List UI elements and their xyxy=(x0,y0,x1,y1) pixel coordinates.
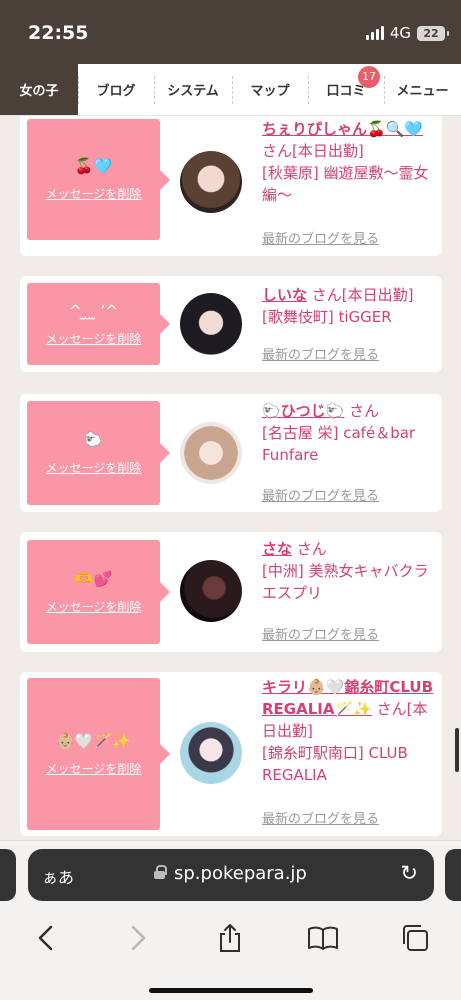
latest-blog-link[interactable]: 最新のブログを見る xyxy=(262,344,379,363)
girl-name-link[interactable]: 🐑ひつじ🐑 xyxy=(262,402,344,420)
delete-message-link[interactable]: メッセージを削除 xyxy=(46,330,142,347)
list-item: 🍒🩵 メッセージを削除 ちぇりぴしゃん🍒🔍🩵 さん[本日出勤] [秋葉原] 幽遊… xyxy=(20,116,442,256)
latest-blog-link[interactable]: 最新のブログを見る xyxy=(262,624,379,643)
tab-reviews[interactable]: 口コミ 17 xyxy=(308,64,384,115)
lock-icon xyxy=(154,865,167,879)
girl-name-link[interactable]: しいな xyxy=(262,286,307,304)
message-box: 👶🏼🤍🪄✨ メッセージを削除 xyxy=(27,678,170,830)
message-emoji: ^ ̫ ̮ ̫ ʼ^ xyxy=(69,301,118,320)
message-box: 🫶💕 メッセージを削除 xyxy=(27,540,170,644)
girl-name-link[interactable]: さな xyxy=(262,540,292,558)
girl-info: しいな さん[本日出勤] [歌舞伎町] tiGGER xyxy=(262,284,434,328)
page-scrollbar[interactable] xyxy=(455,728,459,772)
shop-name[interactable]: [錦糸町駅南口] CLUB REGALIA xyxy=(262,742,434,786)
status-bar: 22:55 4G 22 xyxy=(0,0,461,64)
tab-label: メニュー xyxy=(396,84,449,99)
previous-tab-peek[interactable] xyxy=(0,849,16,901)
reload-icon[interactable]: ↻ xyxy=(400,861,418,885)
tab-label: 女の子 xyxy=(19,84,59,99)
latest-blog-link[interactable]: 最新のブログを見る xyxy=(262,485,379,504)
home-indicator xyxy=(149,988,313,993)
girl-info: ちぇりぴしゃん🍒🔍🩵 さん[本日出勤] [秋葉原] 幽遊屋敷～霊女編～ xyxy=(262,118,434,206)
avatar[interactable] xyxy=(180,560,242,622)
delete-message-link[interactable]: メッセージを削除 xyxy=(46,760,142,777)
favorites-list: 🍒🩵 メッセージを削除 ちぇりぴしゃん🍒🔍🩵 さん[本日出勤] [秋葉原] 幽遊… xyxy=(0,116,461,840)
delete-message-link[interactable]: メッセージを削除 xyxy=(46,185,142,202)
message-box: 🐑 メッセージを削除 xyxy=(27,401,170,505)
bookmarks-icon[interactable] xyxy=(303,918,343,958)
tab-label: マップ xyxy=(250,84,290,99)
shop-name[interactable]: [歌舞伎町] tiGGER xyxy=(262,306,434,328)
tab-menu[interactable]: メニュー xyxy=(384,64,461,115)
avatar[interactable] xyxy=(180,151,242,213)
share-icon[interactable] xyxy=(210,918,250,958)
shop-name[interactable]: [中洲] 美熟女キャバクラ エスプリ xyxy=(262,560,434,604)
status-right: 4G 22 xyxy=(365,24,449,42)
back-icon[interactable] xyxy=(26,918,66,958)
text-size-button[interactable]: ぁあ xyxy=(42,864,74,888)
tab-system[interactable]: システム xyxy=(154,64,232,115)
girl-info: キラリ👶🏼🤍錦糸町CLUB REGALIA🪄✨ さん[本日出勤] [錦糸町駅南口… xyxy=(262,676,434,786)
message-emoji: 🍒🩵 xyxy=(74,157,113,175)
tab-girls[interactable]: 女の子 xyxy=(0,64,78,115)
girl-info: 🐑ひつじ🐑 さん [名古屋 栄] café＆bar Funfare xyxy=(262,400,434,466)
browser-bottom-bar: ぁあ sp.pokepara.jp ↻ xyxy=(0,840,461,1000)
signal-icon xyxy=(365,26,384,40)
latest-blog-link[interactable]: 最新のブログを見る xyxy=(262,808,379,827)
delete-message-link[interactable]: メッセージを削除 xyxy=(46,598,142,615)
girl-status: さん[本日出勤] xyxy=(311,286,414,304)
message-box: 🍒🩵 メッセージを削除 xyxy=(27,119,170,240)
list-item: 🐑 メッセージを削除 🐑ひつじ🐑 さん [名古屋 栄] café＆bar Fun… xyxy=(20,394,442,512)
tab-label: システム xyxy=(167,84,219,99)
tab-label: ブログ xyxy=(96,84,136,99)
list-item: 👶🏼🤍🪄✨ メッセージを削除 キラリ👶🏼🤍錦糸町CLUB REGALIA🪄✨ さ… xyxy=(20,672,442,836)
url-text[interactable]: sp.pokepara.jp xyxy=(174,863,307,884)
tab-map[interactable]: マップ xyxy=(232,64,308,115)
shop-name[interactable]: [秋葉原] 幽遊屋敷～霊女編～ xyxy=(262,162,434,206)
next-tab-peek[interactable] xyxy=(445,849,461,901)
main-nav: 女の子 ブログ システム マップ 口コミ 17 メニュー xyxy=(0,64,461,116)
forward-icon[interactable] xyxy=(118,918,158,958)
review-count-badge: 17 xyxy=(358,66,380,88)
girl-status: さん[本日出勤] xyxy=(262,142,364,160)
latest-blog-link[interactable]: 最新のブログを見る xyxy=(262,228,379,247)
address-bar[interactable]: ぁあ sp.pokepara.jp ↻ xyxy=(28,849,434,901)
girl-status: さん xyxy=(349,402,380,420)
girl-name-link[interactable]: ちぇりぴしゃん🍒🔍🩵 xyxy=(262,120,423,138)
list-item: 🫶💕 メッセージを削除 さな さん [中洲] 美熟女キャバクラ エスプリ 最新の… xyxy=(20,532,442,652)
browser-toolbar xyxy=(0,913,461,963)
message-emoji: 🐑 xyxy=(84,430,103,449)
shop-name[interactable]: [名古屋 栄] café＆bar Funfare xyxy=(262,422,434,466)
avatar[interactable] xyxy=(180,422,242,484)
list-item: ^ ̫ ̮ ̫ ʼ^ メッセージを削除 しいな さん[本日出勤] [歌舞伎町] … xyxy=(20,276,442,372)
tabs-icon[interactable] xyxy=(395,918,435,958)
avatar[interactable] xyxy=(180,293,242,355)
status-time: 22:55 xyxy=(28,22,89,44)
delete-message-link[interactable]: メッセージを削除 xyxy=(46,459,142,476)
message-emoji: 👶🏼🤍🪄✨ xyxy=(56,731,131,750)
message-emoji: 🫶💕 xyxy=(74,569,113,588)
battery-icon: 22 xyxy=(417,25,449,41)
message-box: ^ ̫ ̮ ̫ ʼ^ メッセージを削除 xyxy=(27,283,170,365)
tab-blog[interactable]: ブログ xyxy=(78,64,154,115)
girl-status: さん xyxy=(296,540,327,558)
network-label: 4G xyxy=(389,24,411,42)
girl-info: さな さん [中洲] 美熟女キャバクラ エスプリ xyxy=(262,538,434,604)
avatar[interactable] xyxy=(180,722,242,784)
